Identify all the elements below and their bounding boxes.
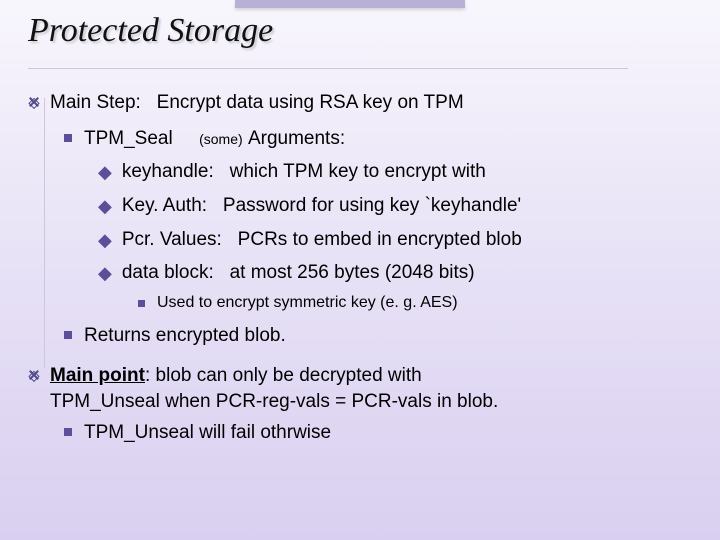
main-point-sub: TPM_Unseal will fail othrwise	[28, 420, 700, 446]
arg-key: data block:	[122, 262, 214, 283]
diamond-bullet-icon	[26, 367, 43, 384]
arg-pcrvalues: ◆ Pcr. Values: PCRs to embed in encrypte…	[28, 227, 700, 253]
body: Main Step: Encrypt data using RSA key on…	[28, 90, 700, 452]
arg-text: data block: at most 256 bytes (2048 bits…	[122, 260, 475, 286]
returns-text: Returns encrypted blob.	[84, 323, 286, 349]
arg-text: keyhandle: which TPM key to encrypt with	[122, 159, 486, 185]
arg-val: Password for using key `keyhandle'	[223, 195, 521, 216]
main-step-label: Main Step:	[50, 92, 141, 113]
arg-keyauth: ◆ Key. Auth: Password for using key `key…	[28, 193, 700, 219]
note-text: Used to encrypt symmetric key (e. g. AES…	[157, 292, 458, 314]
arrow-bullet-icon: ◆	[98, 195, 112, 218]
arg-val: at most 256 bytes (2048 bits)	[230, 262, 475, 283]
slide-title: Protected Storage	[28, 12, 273, 50]
arg-val: PCRs to embed in encrypted blob	[238, 229, 522, 250]
square-bullet-icon	[138, 300, 145, 307]
arrow-bullet-icon: ◆	[98, 229, 112, 252]
arg-key: keyhandle:	[122, 161, 214, 182]
main-step-text: Main Step: Encrypt data using RSA key on…	[50, 90, 464, 116]
arg-key: Pcr. Values:	[122, 229, 222, 250]
arg-text: Pcr. Values: PCRs to embed in encrypted …	[122, 227, 522, 253]
arg-key: Key. Auth:	[122, 195, 207, 216]
some-label: (some)	[199, 131, 243, 147]
main-point-row: Main point: blob can only be decrypted w…	[28, 363, 700, 414]
tpm-seal-row: TPM_Seal (some) Arguments:	[28, 126, 700, 152]
arguments-label: Arguments:	[248, 128, 345, 149]
main-point-label: Main point	[50, 365, 145, 386]
arrow-bullet-icon: ◆	[98, 262, 112, 285]
main-step-desc: Encrypt data using RSA key on TPM	[157, 92, 464, 113]
arg-val: which TPM key to encrypt with	[230, 161, 486, 182]
returns-row: Returns encrypted blob.	[28, 323, 700, 349]
tpm-seal-text: TPM_Seal (some) Arguments:	[84, 126, 345, 152]
square-bullet-icon	[64, 428, 72, 436]
main-point-t1: : blob can only be decrypted with	[145, 365, 422, 386]
square-bullet-icon	[64, 134, 72, 142]
diamond-bullet-icon	[26, 94, 43, 111]
main-point-text: Main point: blob can only be decrypted w…	[50, 363, 498, 414]
slide: Protected Storage Main Step: Encrypt dat…	[0, 0, 720, 540]
main-point-t2: TPM_Unseal when PCR-reg-vals = PCR-vals …	[50, 391, 498, 412]
main-step-row: Main Step: Encrypt data using RSA key on…	[28, 90, 700, 116]
square-bullet-icon	[64, 331, 72, 339]
arg-keyhandle: ◆ keyhandle: which TPM key to encrypt wi…	[28, 159, 700, 185]
main-point-sub-text: TPM_Unseal will fail othrwise	[84, 420, 331, 446]
top-accent-bar	[235, 0, 465, 8]
data-block-note: Used to encrypt symmetric key (e. g. AES…	[28, 292, 700, 314]
tpm-seal-name: TPM_Seal	[84, 128, 173, 149]
title-underline	[28, 68, 628, 69]
arrow-bullet-icon: ◆	[98, 161, 112, 184]
arg-text: Key. Auth: Password for using key `keyha…	[122, 193, 521, 219]
arg-datablock: ◆ data block: at most 256 bytes (2048 bi…	[28, 260, 700, 286]
